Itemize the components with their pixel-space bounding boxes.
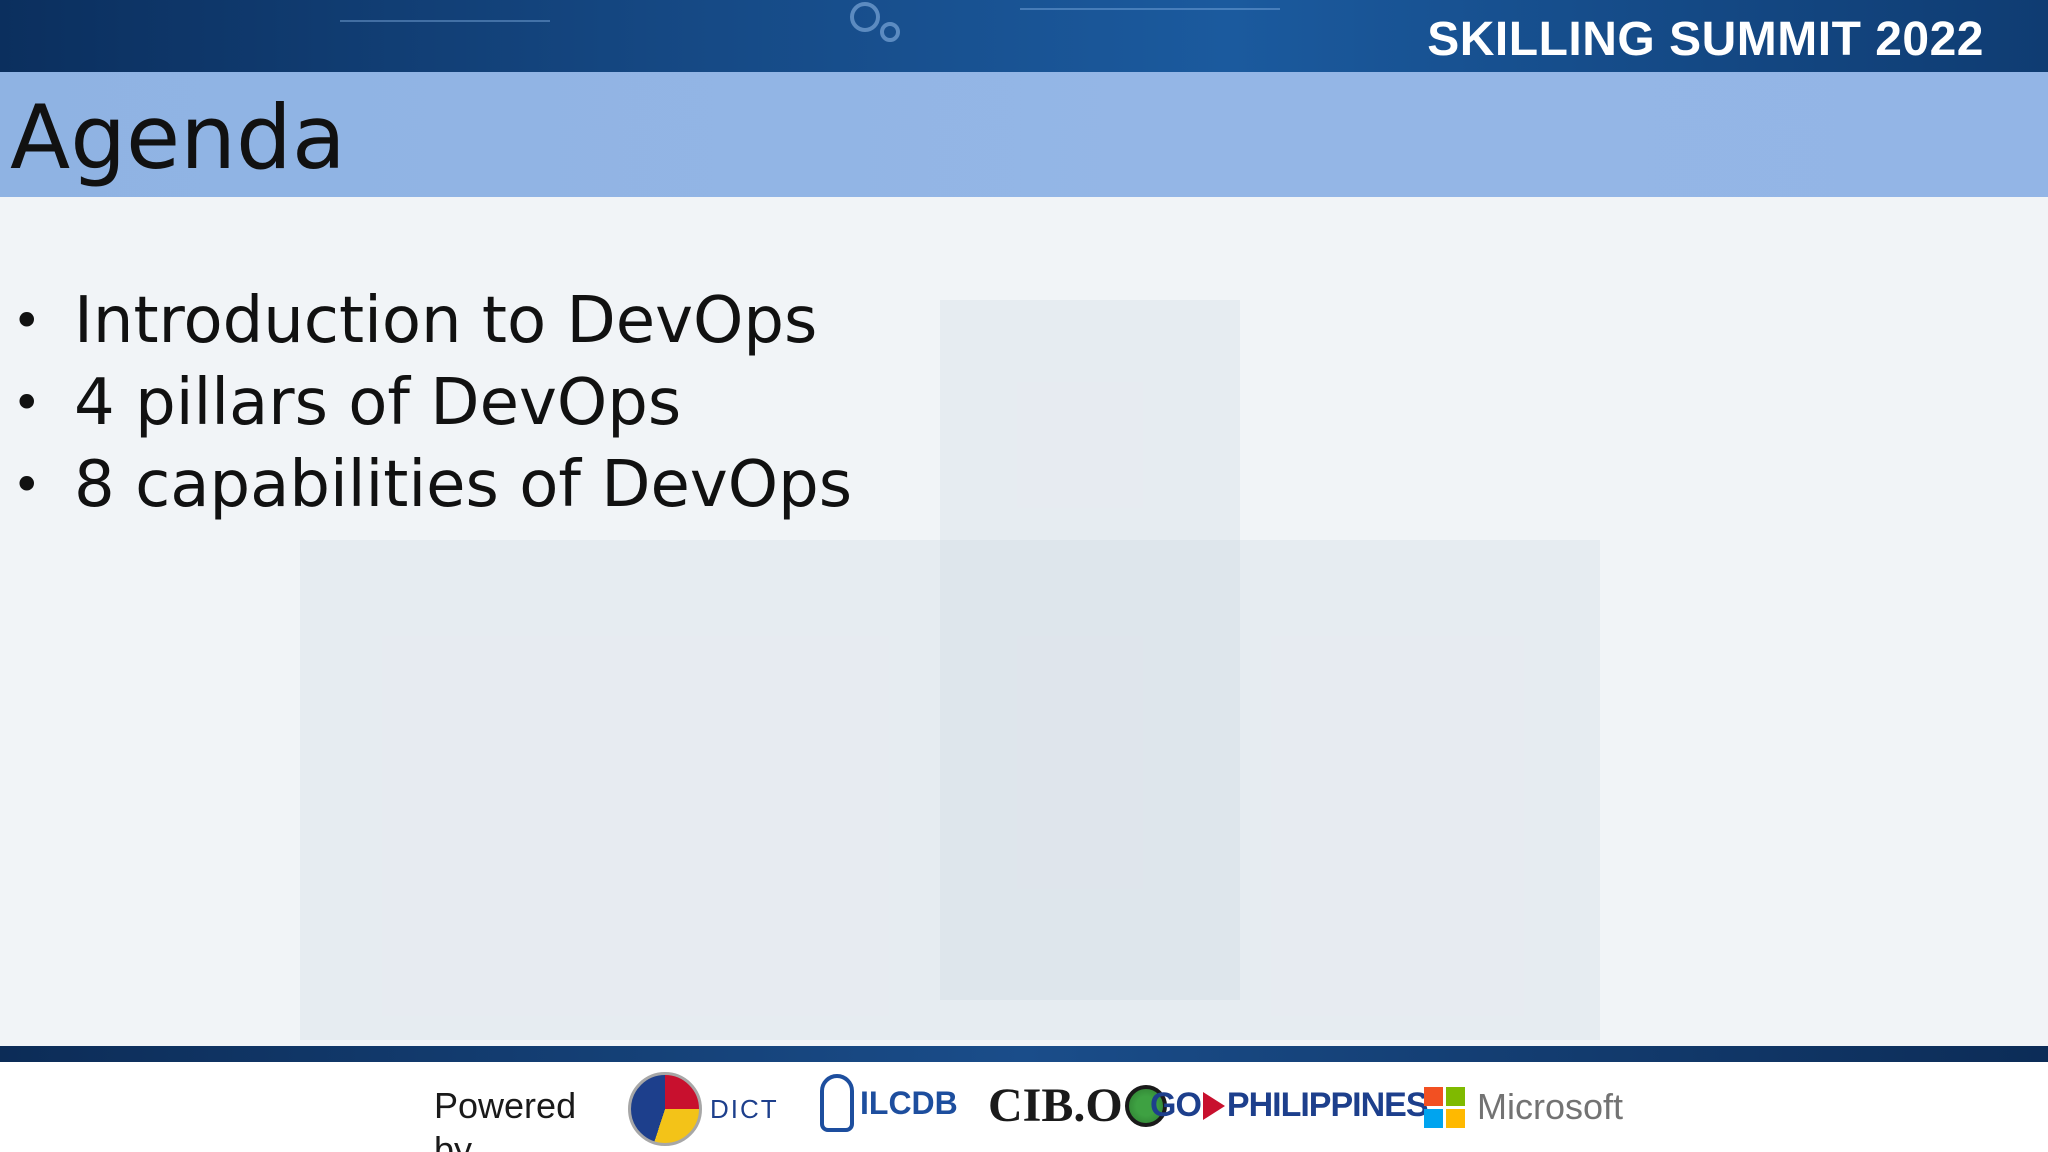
agenda-item: • Introduction to DevOps [0, 280, 852, 362]
dict-logo-text: DICT [710, 1093, 779, 1124]
event-title: SKILLING SUMMIT 2022 [1427, 13, 1984, 66]
bullet-icon: • [12, 374, 42, 432]
lightbulb-icon [820, 1074, 854, 1132]
banner-decoration [340, 20, 550, 22]
gear-icon [880, 22, 900, 42]
microsoft-windows-icon [1424, 1086, 1465, 1128]
bullet-icon: • [12, 456, 42, 514]
dict-seal-icon [628, 1072, 702, 1146]
powered-by-label: Powered by [434, 1085, 577, 1152]
sponsor-footer: Powered by DICT ILCDB CIB.O GO PHILIPPIN… [0, 1062, 2048, 1152]
slide-title: Agenda [10, 86, 346, 189]
flag-arrow-icon [1202, 1091, 1225, 1120]
agenda-item: • 8 capabilities of DevOps [0, 444, 852, 526]
agenda-item-text: 4 pillars of DevOps [74, 366, 682, 440]
agenda-list: • Introduction to DevOps • 4 pillars of … [0, 280, 852, 526]
presentation-slide: SKILLING SUMMIT 2022 Agenda • Introducti… [0, 0, 2048, 1152]
agenda-item-text: Introduction to DevOps [74, 284, 818, 358]
gophl-suffix: PHILIPPINES [1226, 1086, 1429, 1124]
footer-stripe [0, 1046, 2048, 1062]
microsoft-logo: Microsoft [1424, 1086, 1623, 1128]
gophilippines-logo: GO PHILIPPINES [1150, 1086, 1429, 1125]
background-ghost-shape [940, 300, 1240, 1000]
agenda-item-text: 8 capabilities of DevOps [74, 448, 853, 522]
slide-title-bar: Agenda [0, 72, 2048, 197]
ilcdb-logo-text: ILCDB [860, 1084, 958, 1121]
banner-decoration [1020, 8, 1280, 10]
ilcdb-logo: ILCDB [820, 1074, 958, 1132]
agenda-item: • 4 pillars of DevOps [0, 362, 852, 444]
gophl-prefix: GO [1150, 1086, 1202, 1124]
dict-logo: DICT [628, 1072, 779, 1146]
cibo-logo-text: CIB.O [988, 1079, 1123, 1132]
cibo-logo: CIB.O [988, 1078, 1167, 1133]
top-banner: SKILLING SUMMIT 2022 [0, 0, 2048, 72]
bullet-icon: • [12, 292, 42, 350]
microsoft-logo-text: Microsoft [1477, 1086, 1624, 1127]
gear-icon [850, 2, 880, 32]
